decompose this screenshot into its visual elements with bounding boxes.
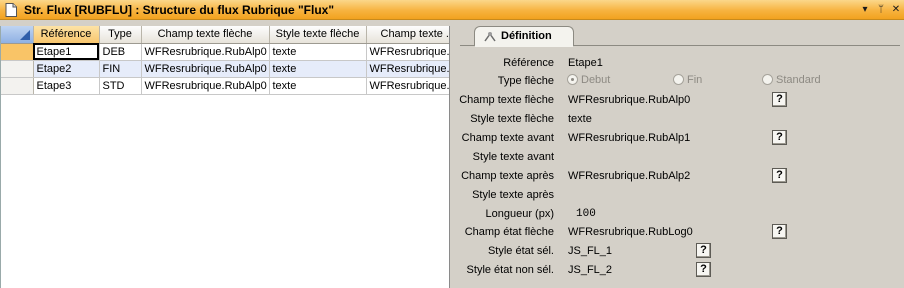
grid-corner[interactable] — [1, 26, 34, 44]
radio-selected-icon — [567, 74, 578, 85]
dropdown-arrow-icon[interactable]: ▾ — [858, 2, 872, 17]
cell-style[interactable]: texte — [269, 60, 367, 78]
field-label: Style état sél. — [487, 245, 554, 257]
radio-standard[interactable]: Standard — [762, 74, 821, 86]
field-label: Style texte flèche — [470, 113, 554, 125]
help-button[interactable]: ? — [772, 168, 787, 183]
champ-etat-fleche-value[interactable]: WFResrubrique.RubLog0 — [568, 226, 693, 238]
cell-style[interactable]: texte — [269, 77, 367, 95]
cell-champ[interactable]: WFResrubrique.RubAlp0 — [141, 77, 270, 95]
field-champ-texte-apres: Champ texte après WFResrubrique.RubAlp2 … — [456, 167, 904, 185]
close-icon[interactable]: ✕ — [889, 2, 903, 17]
cell-type[interactable]: STD — [99, 77, 142, 95]
field-champ-texte-avant: Champ texte avant WFResrubrique.RubAlp1 … — [456, 129, 904, 147]
champ-texte-fleche-value[interactable]: WFResrubrique.RubAlp0 — [568, 94, 690, 106]
pin-icon[interactable]: ᛘ — [874, 2, 888, 17]
style-texte-fleche-value[interactable]: texte — [568, 113, 592, 125]
help-button[interactable]: ? — [696, 243, 711, 258]
field-reference: Référence Etape1 — [456, 54, 904, 72]
style-etat-sel-value[interactable]: JS_FL_1 — [568, 245, 612, 257]
row-header[interactable] — [1, 77, 34, 95]
cell-reference[interactable]: Etape3 — [33, 77, 100, 95]
field-longueur: Longueur (px) 100 — [456, 205, 904, 223]
field-label: Type flèche — [497, 75, 554, 87]
table-row[interactable]: Etape3 STD WFResrubrique.RubAlp0 texte W… — [1, 77, 449, 95]
cell-style[interactable]: texte — [269, 43, 367, 61]
field-label: Style texte après — [472, 189, 554, 201]
field-label: Champ texte après — [461, 170, 554, 182]
help-button[interactable]: ? — [772, 130, 787, 145]
field-label: Longueur (px) — [485, 208, 555, 220]
field-champ-texte-fleche: Champ texte flèche WFResrubrique.RubAlp0… — [456, 91, 904, 109]
field-style-etat-non-sel: Style état non sél. JS_FL_2 ? — [456, 261, 904, 279]
table-row[interactable]: Etape2 FIN WFResrubrique.RubAlp0 texte W… — [1, 60, 449, 78]
field-style-texte-fleche: Style texte flèche texte — [456, 110, 904, 128]
radio-fin[interactable]: Fin — [673, 74, 702, 86]
style-etat-non-sel-value[interactable]: JS_FL_2 — [568, 264, 612, 276]
radio-icon — [762, 74, 773, 85]
cell-champ2[interactable]: WFResrubrique.R — [366, 43, 449, 61]
radio-label: Fin — [687, 74, 703, 86]
cell-reference[interactable]: Etape2 — [33, 60, 100, 78]
radio-debut[interactable]: Debut — [567, 74, 610, 86]
corner-triangle-icon — [19, 29, 30, 40]
window-title: Str. Flux [RUBFLU] : Structure du flux R… — [24, 3, 335, 17]
field-label: Style état non sél. — [466, 264, 554, 276]
row-header[interactable] — [1, 60, 34, 78]
help-button[interactable]: ? — [772, 92, 787, 107]
table-row[interactable]: Etape1 DEB WFResrubrique.RubAlp0 texte W… — [1, 43, 449, 61]
cell-type[interactable]: DEB — [99, 43, 142, 61]
flux-grid: Référence Type Champ texte flèche Style … — [1, 26, 449, 95]
field-label: Champ texte avant — [461, 132, 554, 144]
field-champ-etat-fleche: Champ état flèche WFResrubrique.RubLog0 … — [456, 223, 904, 241]
tab-definition[interactable]: Définition — [474, 26, 574, 46]
field-label: Style texte avant — [472, 151, 554, 163]
champ-texte-avant-value[interactable]: WFResrubrique.RubAlp1 — [568, 132, 690, 144]
help-button[interactable]: ? — [696, 262, 711, 277]
col-header-type[interactable]: Type — [99, 26, 142, 44]
cell-reference[interactable]: Etape1 — [33, 43, 100, 61]
window-titlebar: Str. Flux [RUBFLU] : Structure du flux R… — [0, 0, 904, 20]
champ-texte-apres-value[interactable]: WFResrubrique.RubAlp2 — [568, 170, 690, 182]
cell-champ[interactable]: WFResrubrique.RubAlp0 — [141, 43, 270, 61]
definition-panel: Définition Référence Etape1 Type flèche … — [456, 26, 904, 288]
col-header-reference[interactable]: Référence — [33, 26, 100, 44]
cell-champ2[interactable]: WFResrubrique.R — [366, 60, 449, 78]
field-label: Champ texte flèche — [459, 94, 554, 106]
longueur-value[interactable]: 100 — [576, 208, 596, 220]
radio-label: Debut — [581, 74, 611, 86]
tab-label: Définition — [501, 30, 552, 42]
col-header-style-texte-fleche[interactable]: Style texte flèche — [269, 26, 367, 44]
cell-type[interactable]: FIN — [99, 60, 142, 78]
document-icon — [5, 3, 17, 17]
cell-champ[interactable]: WFResrubrique.RubAlp0 — [141, 60, 270, 78]
field-type-fleche: Type flèche Debut Fin Standard — [456, 72, 904, 90]
tab-join — [475, 45, 573, 47]
row-header[interactable] — [1, 43, 34, 61]
help-button[interactable]: ? — [772, 224, 787, 239]
field-label: Champ état flèche — [464, 226, 554, 238]
radio-label: Standard — [776, 74, 821, 86]
field-style-texte-apres: Style texte après — [456, 186, 904, 204]
col-header-champ-texte-avant[interactable]: Champ texte ... — [366, 26, 449, 44]
cell-champ2[interactable]: WFResrubrique.R — [366, 77, 449, 95]
field-style-texte-avant: Style texte avant — [456, 148, 904, 166]
field-label: Référence — [503, 57, 554, 69]
flux-grid-panel: Référence Type Champ texte flèche Style … — [0, 26, 450, 288]
radio-icon — [673, 74, 684, 85]
col-header-champ-texte-fleche[interactable]: Champ texte flèche — [141, 26, 270, 44]
definition-icon — [484, 32, 496, 42]
reference-value[interactable]: Etape1 — [568, 57, 603, 69]
field-style-etat-sel: Style état sél. JS_FL_1 ? — [456, 242, 904, 260]
